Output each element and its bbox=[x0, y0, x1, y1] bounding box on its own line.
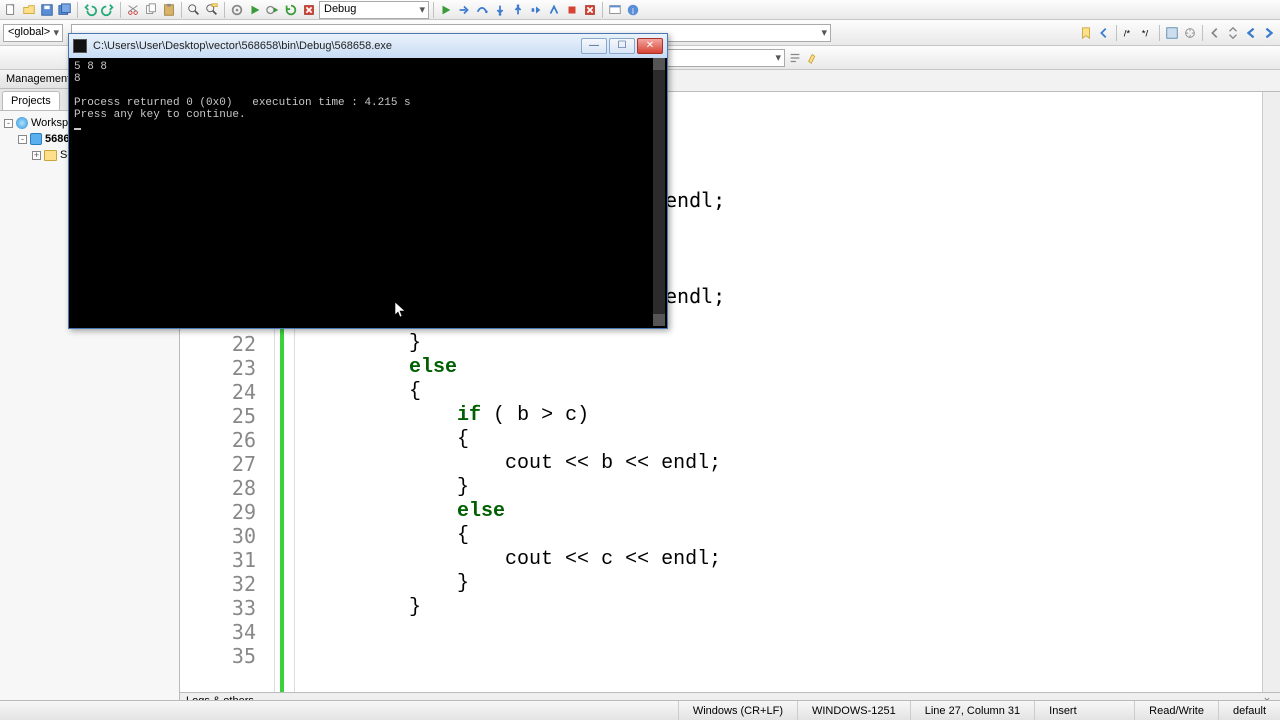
step-out-icon[interactable] bbox=[510, 2, 526, 18]
code-peek: endl; bbox=[665, 188, 725, 212]
editor-vertical-scrollbar[interactable] bbox=[1262, 92, 1280, 692]
console-title-text: C:\Users\User\Desktop\vector\568658\bin\… bbox=[93, 40, 392, 52]
info-icon[interactable]: i bbox=[625, 2, 641, 18]
bookmark-prev-icon[interactable] bbox=[1096, 25, 1112, 41]
reparse-icon[interactable] bbox=[1182, 25, 1198, 41]
status-encoding: WINDOWS-1251 bbox=[797, 701, 910, 720]
scroll-down-icon[interactable] bbox=[653, 314, 665, 326]
status-profile: default bbox=[1218, 701, 1280, 720]
nav-history-icon[interactable] bbox=[1225, 25, 1241, 41]
toolbar-main: Debug i bbox=[0, 0, 1280, 20]
break-icon[interactable] bbox=[564, 2, 580, 18]
paste-icon[interactable] bbox=[161, 2, 177, 18]
close-button[interactable]: ✕ bbox=[637, 38, 663, 54]
run-icon[interactable] bbox=[247, 2, 263, 18]
console-window[interactable]: C:\Users\User\Desktop\vector\568658\bin\… bbox=[68, 33, 668, 329]
debug-windows-icon[interactable] bbox=[607, 2, 623, 18]
new-file-icon[interactable] bbox=[3, 2, 19, 18]
copy-icon[interactable] bbox=[143, 2, 159, 18]
search-options-icon[interactable] bbox=[787, 50, 803, 66]
status-eol: Windows (CR+LF) bbox=[678, 701, 797, 720]
scroll-up-icon[interactable] bbox=[653, 58, 665, 70]
console-titlebar[interactable]: C:\Users\User\Desktop\vector\568658\bin\… bbox=[69, 34, 667, 58]
svg-text:/*: /* bbox=[1124, 28, 1131, 39]
bookmark-toggle-icon[interactable] bbox=[1078, 25, 1094, 41]
status-bar: Windows (CR+LF) WINDOWS-1251 Line 27, Co… bbox=[0, 700, 1280, 720]
status-position: Line 27, Column 31 bbox=[910, 701, 1034, 720]
save-icon[interactable] bbox=[39, 2, 55, 18]
minimize-button[interactable]: — bbox=[581, 38, 607, 54]
save-all-icon[interactable] bbox=[57, 2, 73, 18]
build-icon[interactable] bbox=[229, 2, 245, 18]
maximize-button[interactable]: ☐ bbox=[609, 38, 635, 54]
replace-icon[interactable] bbox=[204, 2, 220, 18]
debug-run-icon[interactable] bbox=[438, 2, 454, 18]
doxy-icon[interactable] bbox=[1164, 25, 1180, 41]
workspace-icon bbox=[16, 117, 28, 129]
rebuild-icon[interactable] bbox=[283, 2, 299, 18]
find-icon[interactable] bbox=[186, 2, 202, 18]
open-icon[interactable] bbox=[21, 2, 37, 18]
svg-text:*/: */ bbox=[1142, 28, 1149, 39]
stop-debug-icon[interactable] bbox=[582, 2, 598, 18]
run-to-cursor-icon[interactable] bbox=[456, 2, 472, 18]
folder-icon bbox=[44, 150, 57, 161]
undo-icon[interactable] bbox=[82, 2, 98, 18]
console-output[interactable]: 5 8 8 8 Process returned 0 (0x0) executi… bbox=[71, 58, 653, 326]
tab-projects[interactable]: Projects bbox=[2, 91, 60, 110]
app-icon bbox=[73, 39, 87, 53]
build-run-icon[interactable] bbox=[265, 2, 281, 18]
step-over-icon[interactable] bbox=[474, 2, 490, 18]
next-instr-icon[interactable] bbox=[528, 2, 544, 18]
cut-icon[interactable] bbox=[125, 2, 141, 18]
tool-b-icon[interactable]: */ bbox=[1139, 25, 1155, 41]
text-cursor bbox=[74, 128, 81, 130]
code-peek: endl; bbox=[665, 284, 725, 308]
nav-back-icon[interactable] bbox=[1207, 25, 1223, 41]
project-icon bbox=[30, 133, 42, 145]
step-instr-icon[interactable] bbox=[546, 2, 562, 18]
tool-a-icon[interactable]: /* bbox=[1121, 25, 1137, 41]
build-target-select[interactable]: Debug bbox=[319, 1, 429, 19]
step-into-icon[interactable] bbox=[492, 2, 508, 18]
redo-icon[interactable] bbox=[100, 2, 116, 18]
scope-select[interactable]: <global> bbox=[3, 24, 63, 42]
console-scrollbar[interactable] bbox=[653, 58, 665, 326]
status-mode: Insert bbox=[1034, 701, 1134, 720]
abort-icon[interactable] bbox=[301, 2, 317, 18]
nav-prev-icon[interactable] bbox=[1243, 25, 1259, 41]
nav-next-icon[interactable] bbox=[1261, 25, 1277, 41]
status-readwrite: Read/Write bbox=[1134, 701, 1218, 720]
highlight-icon[interactable] bbox=[805, 50, 821, 66]
